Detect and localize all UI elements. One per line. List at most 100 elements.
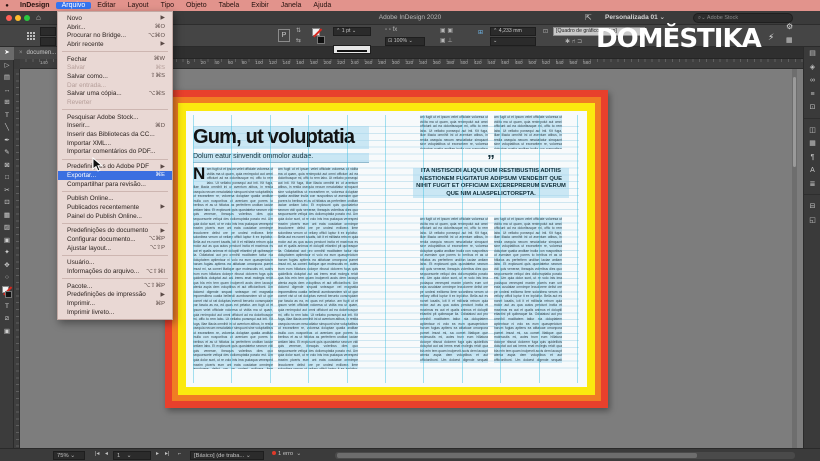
menu-item-usu-rio[interactable]: Usuário... (58, 259, 172, 268)
stock-search-input[interactable]: ⌕⌄ Adobe Stock (693, 13, 793, 23)
corner-options-icon[interactable]: ⊞ (478, 29, 483, 36)
stroke-weight-field[interactable]: ⌃ 1 pt ⌄ (333, 27, 371, 36)
menu-item-pesquisar-adobe-stock[interactable]: Pesquisar Adobe Stock... (58, 113, 172, 122)
gradient-feather-tool-icon[interactable]: ▨ (0, 222, 14, 235)
stroke-color-swatch[interactable] (317, 36, 325, 44)
direct-selection-tool-icon[interactable]: ▷ (0, 60, 14, 73)
free-transform-tool-icon[interactable]: ⊡ (0, 197, 14, 210)
zoom-tool-icon[interactable]: ○ (0, 272, 14, 285)
intro-column[interactable]: am fugit ut et ipsum velet officiate vol… (420, 115, 488, 149)
menu-item-imprimir-livreto[interactable]: Imprimir livreto... (58, 308, 172, 317)
menubar-item-arquivo[interactable]: Arquivo (56, 2, 92, 9)
preflight-menu-icon[interactable]: ⌐ (178, 451, 181, 457)
fill-color-swatch[interactable] (312, 28, 320, 36)
selection-tool-icon[interactable]: ➤ (0, 47, 14, 60)
gap-tool-icon[interactable]: ↔ (0, 85, 14, 98)
layers-panel-icon[interactable]: ◈ (804, 61, 820, 75)
menubar-item-tabela[interactable]: Tabela (213, 2, 246, 9)
flip-vertical-icon[interactable]: ⇆ (296, 37, 301, 44)
menu-item-imprimir[interactable]: Imprimir...⌘P (58, 299, 172, 308)
horizontal-scrollbar[interactable] (335, 452, 795, 459)
menu-item-fechar[interactable]: Fechar⌘W (58, 55, 172, 64)
grid-icon[interactable]: ▦ (786, 36, 793, 44)
first-page-button[interactable]: |◂ (95, 451, 99, 457)
paragraph-panel-icon[interactable]: ¶ (804, 151, 820, 165)
menubar-item-ajuda[interactable]: Ajuda (307, 2, 337, 9)
menu-item-predefini-es-do-documento[interactable]: Predefinições do documento▶ (58, 226, 172, 235)
type-tool-icon[interactable]: T (0, 110, 14, 123)
menu-item-inserir-das-bibliotecas-da-cc[interactable]: Inserir das Bibliotecas da CC... (58, 130, 172, 139)
align-panel-icon[interactable]: ⊡ (804, 101, 820, 115)
preflight-profile-dropdown[interactable]: [Básico] (de traba... ⌄ (190, 451, 264, 460)
menu-item-inserir[interactable]: Inserir...⌘D (58, 122, 172, 131)
menubar-item-indesign[interactable]: InDesign (14, 2, 56, 9)
menu-item-procurar-no-bridge[interactable]: Procurar no Bridge...⌥⌘O (58, 31, 172, 40)
links-panel-icon[interactable]: ∞ (804, 74, 820, 88)
stroke-swatch[interactable] (5, 291, 12, 298)
stroke-style-dropdown[interactable] (333, 45, 371, 54)
gradient-swatch-tool-icon[interactable]: ▦ (0, 210, 14, 223)
menu-item-predefini-es-de-impress-o[interactable]: Predefinições de impressão▶ (58, 291, 172, 300)
cc-libraries-panel-icon[interactable]: ◫ (804, 124, 820, 138)
line-tool-icon[interactable]: ╲ (0, 122, 14, 135)
effects-square-icon[interactable]: ▫ ▫ fx (385, 27, 397, 33)
distribute-icon[interactable]: ▣ ⊥ (440, 37, 453, 44)
spread-red-frame[interactable]: Gum, ut voluptatia Dolum eatur sinvendit… (165, 90, 608, 408)
align-icons[interactable]: ▣ ▣ (440, 27, 453, 34)
menu-item-novo[interactable]: Novo▶ (58, 14, 172, 23)
last-page-button[interactable]: ▸| (165, 451, 169, 457)
opacity-field[interactable]: ⊡ 100% ⌄ (385, 37, 425, 46)
screen-mode-icon[interactable]: ▣ (0, 326, 14, 339)
menubar-item-objeto[interactable]: Objeto (180, 2, 213, 9)
menu-item-salvar[interactable]: Salvar⌘S (58, 63, 172, 72)
pencil-tool-icon[interactable]: ✎ (0, 147, 14, 160)
pen-tool-icon[interactable]: ✒ (0, 135, 14, 148)
note-tool-icon[interactable]: ▣ (0, 235, 14, 248)
pull-quote-text[interactable]: ITA NISTISCIDI ALIQUI CUM RESTIBUSTIIS A… (413, 168, 569, 198)
rectangle-frame-tool-icon[interactable]: ⊠ (0, 160, 14, 173)
eyedropper-tool-icon[interactable]: ✦ (0, 247, 14, 260)
reference-point-proxy[interactable] (27, 32, 35, 40)
zoom-level-dropdown[interactable]: 75% ⌄ (53, 451, 85, 460)
menubar-item-janela[interactable]: Janela (275, 2, 308, 9)
next-page-button[interactable]: ▸ (156, 451, 159, 457)
paragraph-styles-panel-icon[interactable]: ≣ (804, 178, 820, 192)
menu-item-dar-entrada[interactable]: Dar entrada... (58, 81, 172, 90)
stroke-panel-icon[interactable]: ≡ (804, 88, 820, 102)
corner-shape-dropdown[interactable]: ⌄ (490, 37, 536, 46)
apply-none-icon[interactable]: ⧄ (0, 313, 14, 326)
corner-radius-field[interactable]: ⌃ 4,233 mm (490, 27, 536, 36)
menu-item-salvar-uma-c-pia[interactable]: Salvar uma cópia...⌥⌘S (58, 90, 172, 99)
misc-control-icons[interactable]: ✱ ⑁ ⊐ (565, 38, 582, 45)
page-number-field[interactable]: 1 ⌄ (113, 451, 151, 460)
swatches-panel-icon[interactable]: ▦ (804, 137, 820, 151)
gear-icon[interactable]: ⚙ (786, 22, 793, 31)
menu-item-configurar-documento[interactable]: Configurar documento...⌥⌘P (58, 235, 172, 244)
rectangle-tool-icon[interactable]: □ (0, 172, 14, 185)
menubar-item-tipo[interactable]: Tipo (155, 2, 180, 9)
intro-column[interactable]: am fugit ut et ipsum velet officiate vol… (494, 115, 562, 149)
share-icon[interactable]: ⇱ (585, 13, 592, 22)
preflight-error-status[interactable]: 1 erro ⌄ (272, 451, 301, 457)
pages-panel-icon[interactable]: ▤ (804, 47, 820, 61)
previous-page-button[interactable]: ◂ (105, 451, 108, 457)
body-column[interactable]: am fugit ut et ipsum velet officiate vol… (494, 217, 562, 363)
menubar-item-layout[interactable]: Layout (122, 2, 155, 9)
vertical-ruler[interactable] (14, 69, 20, 448)
x-position-field[interactable] (40, 27, 56, 36)
apple-menu-icon[interactable]: ● (0, 3, 14, 9)
body-column[interactable]: am fugit ut et ipsum velet officiate vol… (420, 217, 488, 363)
flip-horizontal-icon[interactable]: ⇅ (296, 27, 301, 34)
hand-tool-icon[interactable]: ✥ (0, 260, 14, 273)
workspace-switcher[interactable]: Personalizada 01 ⌄ (605, 11, 665, 25)
content-collector-tool-icon[interactable]: ⊞ (0, 97, 14, 110)
menu-item-ajustar-layout[interactable]: Ajustar layout...⌥⇧P (58, 244, 172, 253)
menu-item-abrir[interactable]: Abrir...⌘O (58, 23, 172, 32)
menu-item-publish-online[interactable]: Publish Online... (58, 194, 172, 203)
page-spread[interactable]: Gum, ut voluptatia Dolum eatur sinvendit… (186, 111, 587, 387)
menu-item-compartilhar-para-revis-o[interactable]: Compartilhar para revisão... (58, 180, 172, 189)
menu-item-predefini-es-do-adobe-pdf[interactable]: Predefinições do Adobe PDF▶ (58, 162, 172, 171)
text-wrap-panel-icon[interactable]: ◱ (804, 214, 820, 228)
menu-item-pacote[interactable]: Pacote...⌥⇧⌘P (58, 282, 172, 291)
headline-text[interactable]: Gum, ut voluptatia (193, 126, 369, 149)
